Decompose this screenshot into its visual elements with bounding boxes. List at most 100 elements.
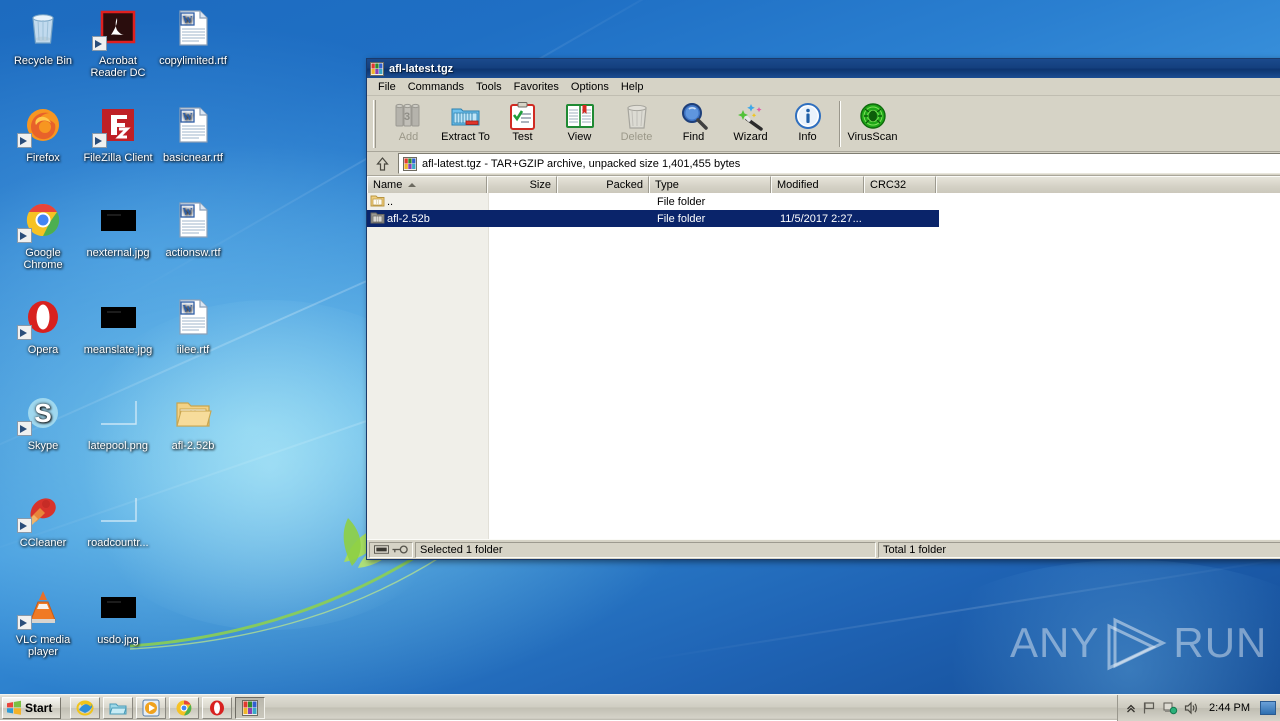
toolbar-button-info[interactable]: Info: [779, 98, 836, 150]
icon-glyph: W: [169, 105, 217, 149]
desktop-icon-iilee-rtf[interactable]: Wiilee.rtf: [155, 297, 231, 356]
desktop-icon-label: Recycle Bin: [13, 55, 73, 67]
cell-crc32: [870, 193, 942, 210]
media-player-icon: [142, 699, 160, 716]
start-button[interactable]: Start: [2, 696, 62, 719]
winrar-task: [242, 699, 259, 716]
column-header-size[interactable]: Size: [487, 176, 557, 193]
desktop-icon-usdo-jpg[interactable]: usdo.jpg: [80, 587, 156, 646]
desktop-icon-latepool-png[interactable]: latepool.png: [80, 393, 156, 452]
file-list[interactable]: .. File folder afl-2.52b File folder 11/5/20…: [367, 193, 1280, 539]
toolbar-button-test[interactable]: Test: [494, 98, 551, 150]
column-header-type[interactable]: Type: [649, 176, 771, 193]
windows-explorer-icon: [109, 703, 128, 714]
menu-item-options[interactable]: Options: [565, 80, 615, 94]
taskbar-opera-button[interactable]: [202, 696, 233, 719]
window-titlebar[interactable]: afl-latest.tgz: [367, 59, 1280, 78]
icon-glyph: [94, 587, 142, 631]
flag-icon[interactable]: [1142, 701, 1156, 715]
menubar[interactable]: File Commands Tools Favorites Options Help: [367, 78, 1280, 96]
taskbar-media-player-button[interactable]: [136, 696, 167, 719]
desktop-icon-nexternal-jpg[interactable]: nexternal.jpg: [80, 200, 156, 259]
toolbar-button-label: Delete: [620, 131, 653, 143]
cell-text: ..: [387, 195, 394, 208]
desktop-icon-firefox[interactable]: Firefox: [5, 105, 81, 164]
file-list-header[interactable]: Name Size Packed Type Modified CRC32: [367, 176, 1280, 193]
toolbar-button-view[interactable]: View: [551, 98, 608, 150]
column-header-crc32[interactable]: CRC32: [864, 176, 936, 193]
icon-glyph: [17, 200, 67, 244]
network-icon[interactable]: [1162, 701, 1178, 715]
column-header-packed[interactable]: Packed: [557, 176, 649, 193]
taskbar-windows-explorer-button[interactable]: [103, 696, 134, 719]
chrome-icon: [176, 700, 192, 715]
desktop-icon-acrobat-reader-dc[interactable]: Acrobat Reader DC: [80, 8, 156, 79]
menu-item-tools[interactable]: Tools: [470, 80, 508, 94]
toolbar-button-find[interactable]: Find: [665, 98, 722, 150]
windows-logo-icon: [7, 700, 21, 715]
desktop-icon-label: roadcountr...: [87, 537, 149, 549]
column-header-modified[interactable]: Modified: [771, 176, 864, 193]
winrar-books-icon: [370, 61, 384, 76]
desktop-icon-roadcountr[interactable]: roadcountr...: [80, 490, 156, 549]
view-icon: [565, 104, 594, 128]
file-row[interactable]: .. File folder: [367, 193, 1280, 210]
desktop-icon-copylimited-rtf[interactable]: Wcopylimited.rtf: [155, 8, 231, 67]
shortcut-overlay-icon: [92, 133, 107, 148]
volume-icon[interactable]: [1184, 701, 1199, 715]
menu-item-commands[interactable]: Commands: [402, 80, 470, 94]
system-tray[interactable]: 2:44 PM: [1117, 695, 1280, 721]
desktop-icon-label: afl-2.52b: [171, 440, 215, 452]
statusbar: Selected 1 folder Total 1 folder: [367, 539, 1280, 559]
desktop-icon-meanslate-jpg[interactable]: meanslate.jpg: [80, 297, 156, 356]
status-icons[interactable]: [369, 541, 413, 558]
desktop-icon-filezilla-client[interactable]: FileZilla Client: [80, 105, 156, 164]
taskbar-internet-explorer-button[interactable]: [70, 696, 101, 719]
archive-strip-icon: [374, 545, 390, 554]
desktop-icon-ccleaner[interactable]: CCleaner: [5, 490, 81, 549]
menu-item-file[interactable]: File: [372, 80, 402, 94]
desktop-icon-google-chrome[interactable]: Google Chrome: [5, 200, 81, 271]
file-row[interactable]: afl-2.52b File folder 11/5/2017 2:27...: [367, 210, 939, 227]
column-header-label: Packed: [606, 179, 643, 191]
up-one-level-button[interactable]: [369, 153, 395, 174]
taskbar-task-winrar[interactable]: [235, 696, 266, 719]
winrar-window[interactable]: afl-latest.tgz File Commands Tools Favorite…: [366, 58, 1280, 560]
desktop-icon-skype[interactable]: S Skype: [5, 393, 81, 452]
toolbar[interactable]: 3 Add Extract To Test View Delete Find Wizard In…: [367, 96, 1280, 152]
addressbar[interactable]: afl-latest.tgz - TAR+GZIP archive, unpac…: [367, 152, 1280, 176]
desktop-icon-basicnear-rtf[interactable]: Wbasicnear.rtf: [155, 105, 231, 164]
desktop-icon-actionsw-rtf[interactable]: Wactionsw.rtf: [155, 200, 231, 259]
menu-item-help[interactable]: Help: [615, 80, 650, 94]
desktop-icon-opera[interactable]: Opera: [5, 297, 81, 356]
desktop-icon-recycle-bin[interactable]: Recycle Bin: [5, 8, 81, 67]
quick-launch: [67, 696, 233, 719]
show-desktop-button[interactable]: [1260, 701, 1276, 715]
icon-glyph: [94, 490, 142, 534]
archive-path-field[interactable]: afl-latest.tgz - TAR+GZIP archive, unpac…: [398, 153, 1280, 174]
column-header-name[interactable]: Name: [367, 176, 487, 193]
taskbar-chrome-button[interactable]: [169, 696, 200, 719]
sort-ascending-icon: [408, 183, 417, 187]
desktop-icon-vlc-media-player[interactable]: VLC media player: [5, 587, 81, 658]
cell-text: File folder: [657, 195, 706, 208]
desktop-icon-label: VLC media player: [15, 634, 71, 658]
desktop-icon-afl-2-52b[interactable]: afl-2.52b: [155, 393, 231, 452]
taskbar-clock[interactable]: 2:44 PM: [1205, 702, 1254, 714]
menu-item-favorites[interactable]: Favorites: [508, 80, 565, 94]
anyrun-watermark: ANY RUN: [1010, 612, 1270, 674]
toolbar-button-wizard[interactable]: Wizard: [722, 98, 779, 150]
toolbar-button-extract-to[interactable]: Extract To: [437, 98, 494, 150]
toolbar-button-virusscan[interactable]: VirusScan: [844, 98, 901, 150]
internet-explorer-icon: [76, 700, 94, 715]
watermark-text-any: ANY: [1010, 619, 1100, 666]
chevron-up-icon[interactable]: [1126, 703, 1136, 713]
svg-text:W: W: [183, 112, 193, 123]
taskbar[interactable]: Start 2:44 PM: [0, 694, 1280, 721]
toolbar-grip[interactable]: [373, 100, 376, 148]
key-icon: [392, 545, 408, 554]
cell-name: ..: [367, 193, 487, 210]
toolbar-button-label: Wizard: [733, 131, 768, 143]
column-header-label: Modified: [777, 179, 819, 191]
desktop-icon-label: Acrobat Reader DC: [90, 55, 146, 79]
